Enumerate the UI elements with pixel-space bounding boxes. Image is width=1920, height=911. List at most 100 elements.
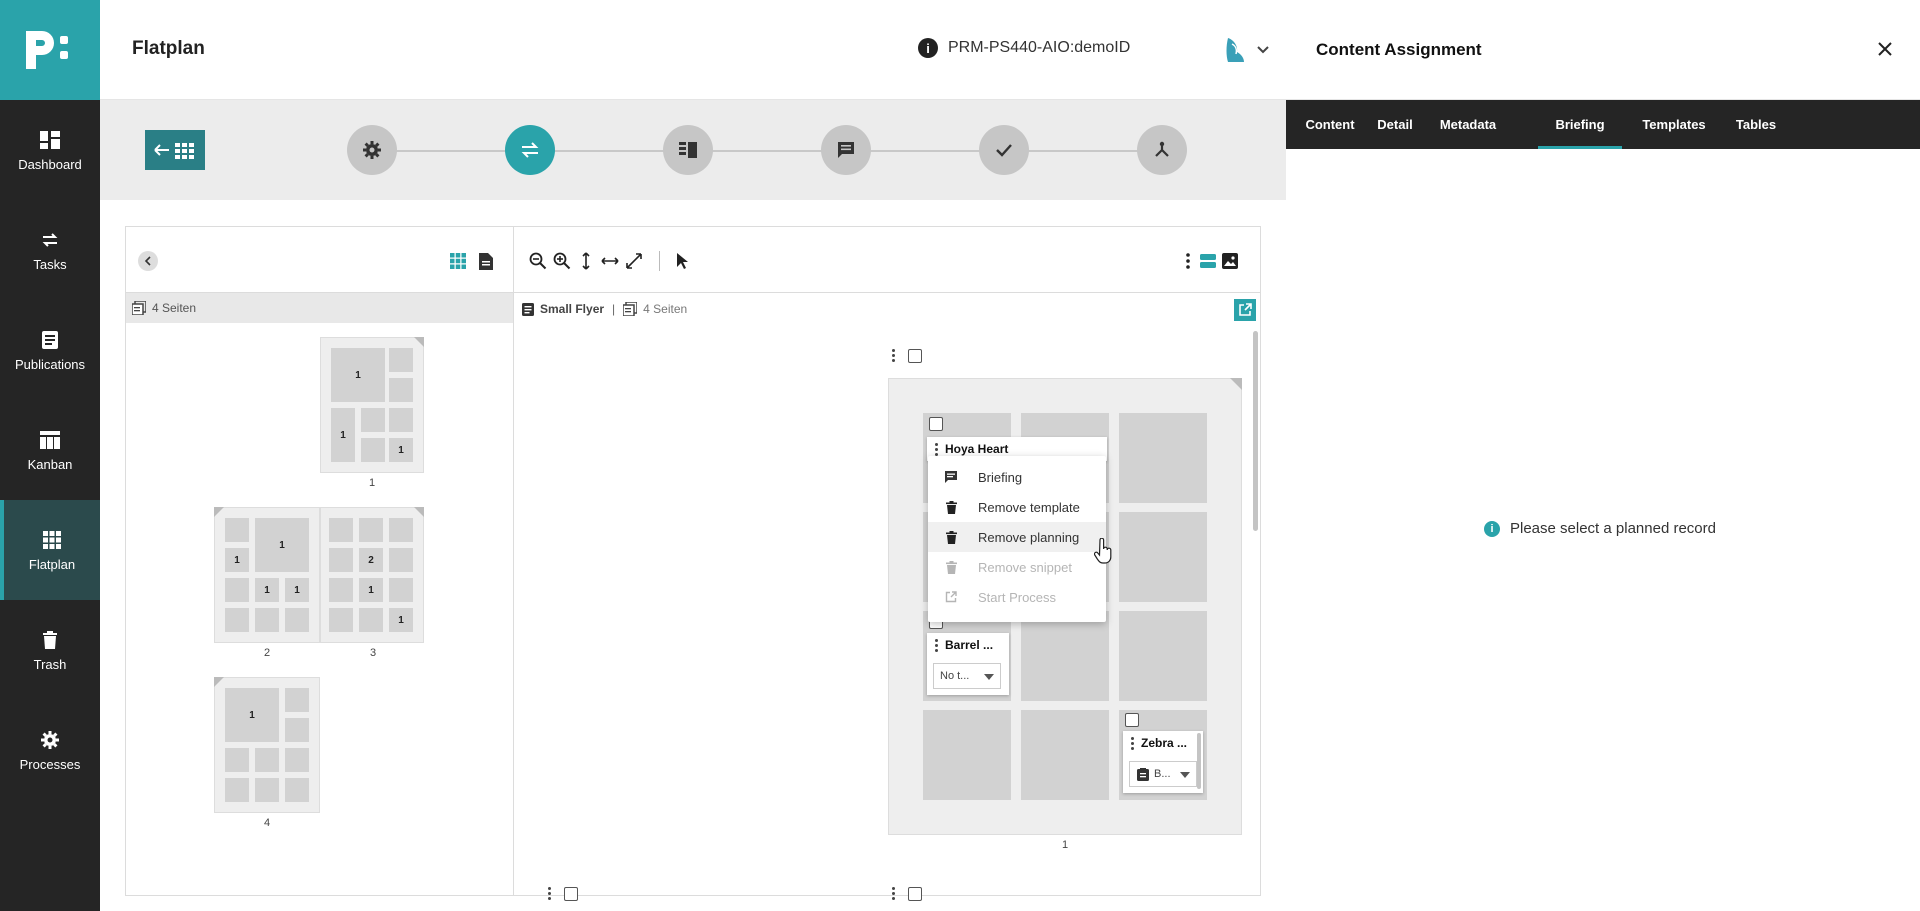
info-icon: i <box>918 38 938 58</box>
page-fold <box>1230 378 1242 390</box>
back-to-grid-button[interactable] <box>145 130 205 170</box>
image-view-button[interactable] <box>1220 251 1240 271</box>
assigned-record-card[interactable]: Barrel ... No t... <box>927 633 1009 695</box>
nav-kanban[interactable]: Kanban <box>0 400 100 500</box>
page-number-label: 1 <box>369 477 376 489</box>
page-number-label: 1 <box>1062 839 1069 851</box>
collapse-button[interactable] <box>138 251 158 271</box>
step-settings[interactable] <box>347 125 397 175</box>
page-select-checkbox[interactable] <box>908 349 922 363</box>
pages-count-label: 4 Seiten <box>152 301 197 315</box>
tab-tables[interactable]: Tables <box>1728 100 1784 149</box>
page-thumbnail-3[interactable]: 2 1 1 <box>320 507 424 643</box>
menu-item-remove-template[interactable]: Remove template <box>928 492 1106 522</box>
menu-item-briefing[interactable]: Briefing <box>928 462 1106 492</box>
card-scrollbar[interactable] <box>1197 733 1201 789</box>
app-logo[interactable] <box>0 0 100 100</box>
vertical-scrollbar[interactable] <box>1253 331 1258 531</box>
menu-item-start-process[interactable]: Start Process <box>928 582 1106 612</box>
menu-item-label: Remove planning <box>978 529 1080 545</box>
select-tool-button[interactable] <box>672 251 692 271</box>
thumb-slot: 1 <box>359 578 383 602</box>
tab-content[interactable]: Content <box>1302 100 1358 149</box>
publication-name[interactable]: Small Flyer <box>540 302 604 316</box>
step-approve[interactable] <box>979 125 1029 175</box>
content-assignment-panel: Content Assignment Content Detail Metada… <box>1286 0 1920 911</box>
nav-label: Publications <box>14 356 86 372</box>
list-view-icon <box>1200 254 1216 268</box>
nav-publications[interactable]: Publications <box>0 300 100 400</box>
assigned-record-card[interactable]: Zebra ... B... <box>1123 731 1203 793</box>
page-number-label: 4 <box>264 817 271 829</box>
card-title: Zebra ... <box>1141 736 1188 750</box>
step-assign[interactable] <box>505 125 555 175</box>
card-menu-kebab[interactable] <box>933 639 939 652</box>
publications-icon <box>39 329 61 351</box>
document-id[interactable]: i PRM-PS440-AIO:demoID <box>918 38 1130 58</box>
kanban-icon <box>39 429 61 451</box>
page-thumbnail-2[interactable]: 1 1 1 1 <box>214 507 320 643</box>
thumb-slot <box>389 348 413 372</box>
close-panel-button[interactable] <box>1874 38 1896 60</box>
list-view-button[interactable] <box>1198 251 1218 271</box>
fit-height-button[interactable] <box>576 251 596 271</box>
tab-templates[interactable]: Templates <box>1636 100 1712 149</box>
page-title: Flatplan <box>132 38 205 59</box>
step-comments[interactable] <box>821 125 871 175</box>
trash-icon <box>944 500 958 514</box>
card-title: Barrel ... <box>945 638 994 652</box>
trash-icon <box>944 530 958 544</box>
panel-header: Content Assignment <box>1286 0 1920 100</box>
user-menu[interactable] <box>1222 36 1270 64</box>
zoom-out-button[interactable] <box>528 251 548 271</box>
nav-tasks[interactable]: Tasks <box>0 200 100 300</box>
page-menu-kebab[interactable] <box>890 887 896 900</box>
page-menu-kebab[interactable] <box>546 887 552 900</box>
layout-slot[interactable] <box>1119 512 1207 602</box>
page-menu-kebab[interactable] <box>890 349 896 362</box>
page-select-checkbox[interactable] <box>908 887 922 901</box>
nav-trash[interactable]: Trash <box>0 600 100 700</box>
nav-dashboard[interactable]: Dashboard <box>0 100 100 200</box>
nav-processes[interactable]: Processes <box>0 700 100 800</box>
slot-select-checkbox[interactable] <box>1125 713 1139 727</box>
page-thumbnail-1[interactable]: 1 1 1 <box>320 337 424 473</box>
layout-slot[interactable] <box>1021 710 1109 800</box>
card-menu-kebab[interactable] <box>933 443 939 456</box>
page-view-button[interactable] <box>476 251 496 271</box>
template-select[interactable]: B... <box>1129 761 1197 787</box>
thumb-slot <box>389 408 413 432</box>
menu-item-remove-planning[interactable]: Remove planning <box>928 522 1106 552</box>
layout-slot[interactable] <box>923 710 1011 800</box>
zoom-in-button[interactable] <box>552 251 572 271</box>
tab-detail[interactable]: Detail <box>1370 100 1420 149</box>
thumb-slot: 2 <box>359 548 383 572</box>
nav-flatplan[interactable]: Flatplan <box>0 500 100 600</box>
card-title: Hoya Heart <box>945 442 1009 456</box>
page-thumbnail-4[interactable]: 1 <box>214 677 320 813</box>
nav-label: Flatplan <box>28 556 76 572</box>
template-select[interactable]: No t... <box>933 663 1001 689</box>
tab-briefing[interactable]: Briefing <box>1538 100 1622 149</box>
layout-slot[interactable] <box>1119 413 1207 503</box>
layout-slot[interactable] <box>1119 611 1207 701</box>
thumb-slot: 1 <box>389 608 413 632</box>
menu-item-label: Remove snippet <box>978 559 1072 575</box>
page-select-checkbox[interactable] <box>564 887 578 901</box>
fullscreen-button[interactable] <box>624 251 644 271</box>
grid-view-button[interactable] <box>448 251 468 271</box>
zoom-out-icon <box>529 252 547 270</box>
breadcrumb-separator: | <box>612 302 616 316</box>
step-publish[interactable] <box>1137 125 1187 175</box>
menu-item-remove-snippet[interactable]: Remove snippet <box>928 552 1106 582</box>
slot-select-checkbox[interactable] <box>929 417 943 431</box>
tab-metadata[interactable]: Metadata <box>1432 100 1504 149</box>
more-options-button[interactable] <box>1178 251 1198 271</box>
nav-label: Trash <box>33 656 67 672</box>
step-layout[interactable] <box>663 125 713 175</box>
nav-label: Tasks <box>33 256 67 272</box>
card-menu-kebab[interactable] <box>1129 737 1135 750</box>
open-external-button[interactable] <box>1234 299 1256 321</box>
fit-width-button[interactable] <box>600 251 620 271</box>
layout-slot[interactable] <box>1021 611 1109 701</box>
